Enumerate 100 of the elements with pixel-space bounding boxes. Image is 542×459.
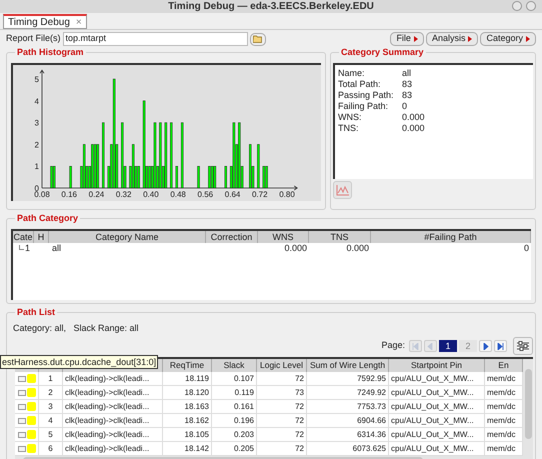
table-cell: 73 — [257, 386, 307, 399]
field-value: 83 — [402, 88, 412, 102]
table-cell: 7592.95 — [307, 372, 389, 385]
field-value: 0 — [402, 100, 408, 113]
column-header[interactable]: Correction — [206, 231, 258, 243]
table-cell: 7753.73 — [307, 400, 389, 413]
table-cell: clk(leading)->clk(leadi... — [63, 386, 163, 399]
menu-button[interactable]: File — [390, 32, 424, 46]
x-tick-label: 0.16 — [61, 190, 77, 199]
column-header[interactable]: Slack — [212, 359, 257, 372]
field-value: 83 — [402, 78, 412, 91]
checkbox[interactable] — [18, 404, 26, 410]
histogram-bar — [257, 144, 260, 188]
column-header[interactable]: Category Name — [49, 231, 206, 243]
x-tick-label: 0.08 — [34, 190, 50, 199]
column-header[interactable]: WNS — [258, 231, 309, 243]
column-header[interactable]: Startpoint Pin — [389, 359, 485, 372]
column-header[interactable]: Sum of Wire Length — [307, 359, 389, 372]
triangle-icon — [526, 36, 530, 42]
field-value: all — [402, 66, 412, 80]
x-tick-label: 0.72 — [252, 190, 268, 199]
table-cell-text: 0 — [522, 242, 530, 256]
tooltip: estHarness.dut.cpu.dcache_dout[31:0] — [0, 355, 158, 369]
column-header[interactable]: Cate — [13, 231, 34, 243]
next-icon — [482, 342, 489, 350]
table-cell: 3 — [39, 400, 63, 413]
histogram-bar — [170, 122, 173, 188]
chart-button[interactable] — [333, 181, 352, 199]
table-cell: 18.119 — [163, 372, 212, 385]
table-cell: 4 — [39, 414, 63, 427]
page-nav-button[interactable] — [494, 340, 507, 352]
checkbox[interactable] — [18, 390, 26, 396]
folder-icon — [252, 35, 263, 43]
y-tick-label: 0 — [34, 184, 39, 193]
table-cell: 0.203 — [212, 428, 257, 441]
x-tick-label: 0.56 — [198, 190, 214, 199]
window-title: Timing Debug — eda-3.EECS.Berkeley.EDU — [168, 2, 374, 12]
table-cell: clk(leading)->clk(leadi... — [63, 442, 163, 455]
field-value: 0.000 — [402, 122, 425, 135]
vertical-scrollbar[interactable] — [523, 359, 533, 459]
menu-button[interactable]: Analysis — [426, 32, 478, 46]
close-icon[interactable]: × — [76, 14, 82, 30]
column-header[interactable]: H — [34, 231, 49, 243]
column-header[interactable]: Logic Level — [257, 359, 307, 372]
x-tick-label: 0.24 — [88, 190, 104, 199]
table-cell: clk(leading)->clk(leadi... — [63, 400, 163, 413]
minimize-button[interactable] — [512, 1, 522, 11]
histogram-bar — [176, 166, 178, 188]
table-cell: cpu/ALU_Out_X_MW... — [389, 372, 485, 385]
page-button[interactable]: 1 — [439, 340, 457, 352]
histogram-bar — [69, 166, 72, 188]
table-cell: 0.161 — [212, 400, 257, 413]
close-button[interactable] — [526, 1, 536, 11]
table-cell: 0.196 — [212, 414, 257, 427]
field-value: 0.000 — [402, 110, 425, 124]
field-label: Total Path: — [338, 78, 382, 91]
x-tick-label: 0.48 — [170, 190, 186, 199]
open-folder-button[interactable] — [250, 32, 266, 46]
table-cell: 72 — [257, 372, 307, 385]
scrollbar-thumb[interactable] — [524, 369, 532, 439]
table-cell: clk(leading)->clk(leadi... — [63, 414, 163, 427]
table-cell: cpu/ALU_Out_X_MW... — [389, 428, 485, 441]
checkbox[interactable] — [18, 446, 26, 452]
tree-line — [19, 244, 24, 250]
table-cell: clk(leading)->clk(leadi... — [63, 372, 163, 385]
tab[interactable]: Timing Debug × — [3, 14, 87, 29]
group-title: Path Histogram — [15, 46, 86, 58]
menu-button[interactable]: Category — [480, 32, 536, 46]
table-cell-text: 1 — [25, 242, 30, 256]
table-cell: cpu/ALU_Out_X_MW... — [389, 414, 485, 427]
sliders-icon — [516, 340, 530, 352]
checkbox[interactable] — [18, 376, 26, 382]
filter-label: Category: all, Slack Range: all — [12, 322, 140, 335]
column-header[interactable]: ReqTime — [163, 359, 212, 372]
table-cell: 6314.36 — [307, 428, 389, 441]
column-header[interactable]: #Failing Path — [371, 231, 531, 243]
table-cell: 6904.66 — [307, 414, 389, 427]
x-tick-label: 0.64 — [224, 190, 240, 199]
group-title: Path List — [15, 306, 58, 318]
histogram-bar — [224, 166, 227, 188]
table-cell: 18.120 — [163, 386, 212, 399]
x-tick-label: 0.40 — [143, 190, 159, 199]
table-cell: cpu/ALU_Out_X_MW... — [389, 386, 485, 399]
checkbox[interactable] — [18, 432, 26, 438]
field-label: Failing Path: — [338, 100, 390, 113]
table-cell-text: all — [51, 242, 62, 256]
table-cell: 18.105 — [163, 428, 212, 441]
x-tick-label: 0.80 — [279, 190, 295, 199]
triangle-icon — [414, 36, 418, 42]
column-header[interactable]: TNS — [309, 231, 371, 243]
settings-button[interactable] — [513, 337, 533, 355]
histogram-bar — [180, 122, 184, 188]
table-cell: 18.142 — [163, 442, 212, 455]
table-cell: cpu/ALU_Out_X_MW... — [389, 442, 485, 455]
group-title: Path Category — [15, 212, 80, 224]
checkbox[interactable] — [18, 418, 26, 424]
page-nav-button[interactable] — [479, 340, 492, 352]
report-file-field[interactable]: top.mtarpt — [62, 32, 248, 46]
field-label: Page: — [381, 339, 405, 352]
field-label: WNS: — [338, 111, 362, 124]
